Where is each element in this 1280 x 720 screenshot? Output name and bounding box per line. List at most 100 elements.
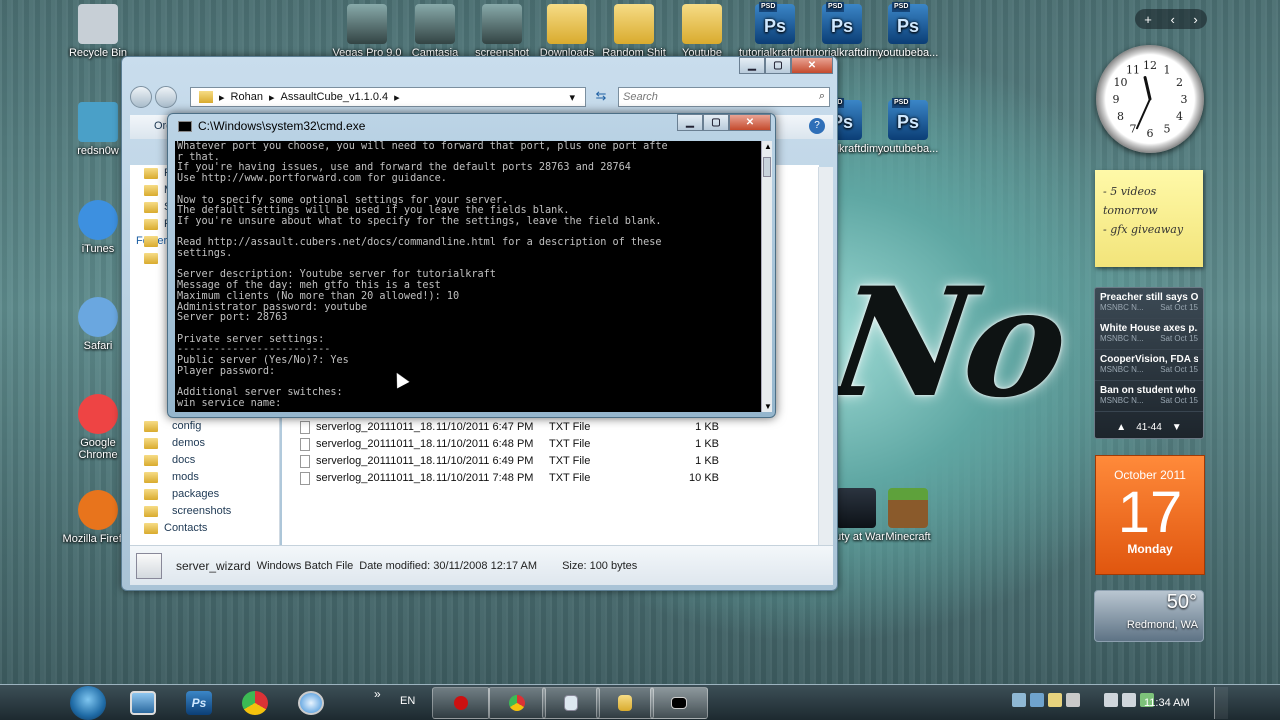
nav-item-mods[interactable]: mods — [130, 469, 279, 486]
file-type: TXT File — [549, 472, 591, 484]
minimize-button[interactable]: ▁ — [739, 57, 765, 74]
tray-icon[interactable] — [1048, 693, 1062, 707]
folder-icon — [618, 695, 632, 711]
cmd-titlebar: C:\Windows\system32\cmd.exe — [178, 119, 365, 133]
feed-date: Sat Oct 15 — [1160, 303, 1198, 312]
desktop-icon[interactable]: Downloads — [531, 4, 603, 59]
refresh-button[interactable]: ⇆ — [592, 88, 610, 106]
calendar-gadget[interactable]: October 2011 17 Monday — [1095, 455, 1205, 575]
taskbar-clock[interactable]: 11:34 AM — [1144, 697, 1190, 709]
nav-item-demos[interactable]: demos — [130, 435, 279, 452]
add-gadget-icon[interactable]: + — [1144, 12, 1152, 27]
volume-icon[interactable] — [1122, 693, 1136, 707]
taskbar-show-desktop-app[interactable] — [114, 687, 172, 719]
taskbar-explorer-window[interactable] — [542, 687, 600, 719]
start-button[interactable] — [70, 686, 106, 720]
file-row[interactable]: serverlog_20111011_18....11/10/2011 6:47… — [300, 419, 719, 436]
detail-name: server_wizard — [176, 558, 251, 573]
nav-item-docs[interactable]: docs — [130, 452, 279, 469]
desktop-icon[interactable]: Pstutorialkraftdim... — [739, 2, 820, 59]
desktop-icon[interactable]: Random Shit — [598, 4, 670, 59]
desktop-icon[interactable]: screenshot — [466, 4, 538, 59]
feed-item[interactable]: White House axes p... MSNBC N... Sat Oct 1… — [1095, 319, 1203, 350]
details-pane: server_wizard Windows Batch File Date mo… — [130, 545, 833, 585]
explorer-window-controls: ▁ ▢ ✕ — [739, 57, 833, 75]
scroll-thumb[interactable] — [763, 157, 771, 177]
breadcrumb-item[interactable]: AssaultCube_v1.1.0.4 — [280, 91, 388, 103]
nav-item-packages[interactable]: packages — [130, 486, 279, 503]
desktop-icon[interactable]: Youtube — [666, 4, 738, 59]
desktop-icon[interactable]: Pstutorialkraftdim... — [806, 2, 887, 59]
address-dropdown-icon[interactable]: ▾ — [569, 91, 575, 104]
network-icon[interactable] — [1104, 693, 1118, 707]
desktop-icon[interactable]: Ps youtubeba... — [872, 98, 944, 155]
psd-file-icon: Ps — [822, 2, 862, 44]
taskbar-recorder[interactable] — [432, 687, 490, 719]
console-output[interactable]: Whatever port you choose, you will need … — [175, 141, 761, 412]
address-bar[interactable]: ▸ Rohan ▸ AssaultCube_v1.1.0.4 ▸ ▾ — [190, 87, 586, 107]
clock-numeral: 8 — [1117, 110, 1124, 123]
file-row[interactable]: serverlog_20111011_18.... 11/10/2011 7:48… — [300, 470, 719, 487]
taskbar-safari[interactable] — [282, 687, 340, 719]
next-icon[interactable]: › — [1193, 12, 1197, 27]
clock-gadget[interactable]: 1 2 3 4 5 6 7 8 9 10 11 12 — [1096, 45, 1204, 153]
forward-button[interactable] — [155, 86, 177, 108]
desktop-icon[interactable]: Vegas Pro 9.0 — [331, 4, 403, 59]
maximize-button[interactable]: ▢ — [765, 57, 791, 74]
console-text: Whatever port you choose, you will need … — [177, 141, 668, 409]
search-icon: ⌕ — [818, 90, 825, 102]
search-placeholder: Search — [623, 91, 658, 103]
taskbar-chrome-window[interactable] — [488, 687, 546, 719]
feed-source: MSNBC N... — [1100, 334, 1144, 343]
previous-icon[interactable]: ‹ — [1170, 12, 1174, 27]
desktop-icon[interactable]: Ps youtubeba... — [872, 2, 944, 59]
desktop-icon[interactable]: Camtasia — [399, 4, 471, 59]
cmd-window[interactable]: C:\Windows\system32\cmd.exe ▁ ▢ ✕ Whatev… — [167, 113, 776, 418]
nav-item-screenshots[interactable]: screenshots — [130, 503, 279, 520]
psd-file-icon: Ps — [888, 98, 928, 140]
cmd-title: C:\Windows\system32\cmd.exe — [198, 119, 366, 133]
taskbar-photoshop[interactable]: Ps — [170, 687, 228, 719]
back-button[interactable] — [130, 86, 152, 108]
language-indicator[interactable]: EN — [400, 695, 415, 707]
console-scrollbar[interactable]: ▲ ▼ — [761, 141, 772, 412]
taskbar-cmd-window[interactable] — [650, 687, 708, 719]
help-icon[interactable]: ? — [809, 118, 825, 134]
desktop-icon[interactable]: Minecraft — [872, 488, 944, 543]
scroll-up-icon[interactable]: ▲ — [764, 142, 772, 151]
vertical-scrollbar[interactable] — [818, 167, 833, 545]
maximize-button[interactable]: ▢ — [703, 114, 729, 131]
record-icon — [454, 696, 468, 710]
clock-numeral: 5 — [1164, 122, 1171, 135]
desktop-icon[interactable]: Recycle Bin — [62, 4, 134, 59]
taskbar-chrome[interactable] — [226, 687, 284, 719]
feed-item[interactable]: Preacher still says O... MSNBC N... Sat Oc… — [1095, 288, 1203, 319]
search-input[interactable]: Search ⌕ — [618, 87, 830, 107]
scroll-down-icon[interactable]: ▼ — [764, 402, 772, 411]
taskbar-expand-icon[interactable]: » — [374, 687, 381, 701]
clock-numeral: 2 — [1176, 76, 1183, 89]
close-button[interactable]: ✕ — [729, 114, 771, 131]
nav-item-contacts[interactable]: Contacts — [130, 520, 279, 537]
breadcrumb-item[interactable]: Rohan — [231, 91, 263, 103]
tray-icon[interactable] — [1030, 693, 1044, 707]
show-desktop-button[interactable] — [1214, 687, 1228, 719]
feed-prev-icon[interactable]: ▲ — [1116, 422, 1126, 433]
weather-gadget[interactable]: 50° Redmond, WA — [1094, 590, 1204, 642]
chrome-icon — [242, 691, 268, 715]
breadcrumb-arrow-icon: ▸ — [268, 91, 275, 104]
minimize-button[interactable]: ▁ — [677, 114, 703, 131]
file-row[interactable]: serverlog_20111011_18.... 11/10/2011 6:49… — [300, 453, 719, 470]
feed-source: MSNBC N... — [1100, 303, 1144, 312]
sticky-note-gadget[interactable]: - 5 videos tomorrow - gfx giveaway — [1095, 170, 1203, 267]
feed-item[interactable]: Ban on student who ... MSNBC N... Sat Oct … — [1095, 381, 1203, 412]
nav-item-config[interactable]: config — [130, 418, 279, 435]
monitor-icon — [130, 691, 156, 715]
feed-item[interactable]: CooperVision, FDA st...MSNBC N... Sat Oct… — [1095, 350, 1203, 381]
close-button[interactable]: ✕ — [791, 57, 833, 74]
feed-next-icon[interactable]: ▼ — [1172, 422, 1182, 433]
tray-icon[interactable] — [1066, 693, 1080, 707]
file-row[interactable]: serverlog_20111011_18....11/10/2011 6:48… — [300, 436, 719, 453]
taskbar-folder-window[interactable] — [596, 687, 654, 719]
tray-icon[interactable] — [1012, 693, 1026, 707]
